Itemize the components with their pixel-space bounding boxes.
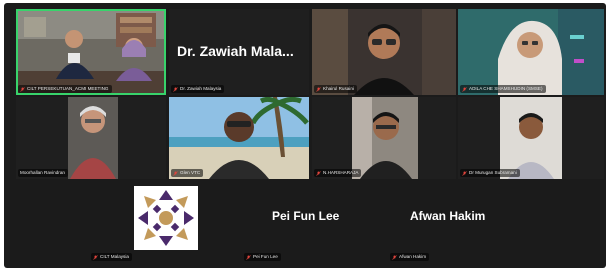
participant-name-label: Moorhallan Ravindran: [18, 169, 68, 177]
participant-name-label: Dr Murugan Subramani: [460, 169, 520, 177]
participant-tile[interactable]: Glen VTC: [169, 97, 309, 179]
participant-display-name: Afwan Hakim: [410, 209, 486, 223]
participant-name: CILT Malaysia: [100, 254, 129, 259]
participant-name: N.HARSHARAJA: [323, 170, 359, 175]
participant-video: [68, 97, 118, 179]
cilt-logo-icon: [134, 186, 198, 250]
participant-tile-name-only[interactable]: Afwan Hakim Afwan Hakim: [388, 181, 532, 263]
participant-display-name: Dr. Zawiah Mala...: [177, 43, 294, 59]
video-gallery: CILT PERSEKUTUAN_ACMI MEETING Dr. Zawiah…: [4, 3, 606, 268]
participant-name-label: Khairul Rusaini: [314, 85, 357, 93]
participant-name: Pei Fun Lee: [253, 254, 278, 259]
participant-video: [458, 9, 604, 95]
mic-muted-icon: [93, 254, 98, 260]
participant-name: Moorhallan Ravindran: [20, 170, 65, 175]
participant-name: Khairul Rusaini: [323, 86, 354, 91]
participant-video: [169, 97, 309, 179]
participant-name: Dr. Zawiah Malaysia: [180, 86, 222, 91]
mic-muted-icon: [246, 254, 251, 260]
participant-tile-name-only[interactable]: Pei Fun Lee Pei Fun Lee: [242, 181, 386, 263]
participant-video: [312, 9, 456, 95]
participant-tile[interactable]: ADILA CHE SHAMSHUDIN (SMSE): [458, 9, 604, 95]
participant-name-label: CILT Malaysia: [91, 253, 132, 261]
mic-muted-icon: [20, 86, 25, 92]
mic-muted-icon: [462, 170, 467, 176]
participant-name: Afwan Hakim: [399, 254, 427, 259]
mic-muted-icon: [173, 170, 178, 176]
participant-tile-logo[interactable]: CILT Malaysia: [89, 181, 239, 263]
participant-name-label: Dr. Zawiah Malaysia: [171, 85, 225, 93]
participant-tile[interactable]: N.HARSHARAJA: [312, 97, 456, 179]
participant-name-label: Afwan Hakim: [390, 253, 430, 261]
participant-video: [500, 97, 562, 179]
participant-name-label: Pei Fun Lee: [244, 253, 281, 261]
participant-tile-name-only[interactable]: Dr. Zawiah Mala... Dr. Zawiah Malaysia: [169, 9, 309, 95]
participant-tile[interactable]: Dr Murugan Subramani: [458, 97, 604, 179]
mic-muted-icon: [316, 170, 321, 176]
mic-muted-icon: [462, 86, 467, 92]
participant-name-label: Glen VTC: [171, 169, 204, 177]
participant-name-label: CILT PERSEKUTUAN_ACMI MEETING: [18, 85, 112, 93]
participant-video: [352, 97, 418, 179]
mic-muted-icon: [316, 86, 321, 92]
participant-name: Glen VTC: [180, 170, 201, 175]
participant-tile-meeting-room[interactable]: CILT PERSEKUTUAN_ACMI MEETING: [16, 9, 166, 95]
participant-name-label: ADILA CHE SHAMSHUDIN (SMSE): [460, 85, 546, 93]
participant-tile[interactable]: Khairul Rusaini: [312, 9, 456, 95]
participant-name: ADILA CHE SHAMSHUDIN (SMSE): [469, 86, 543, 91]
mic-muted-icon: [392, 254, 397, 260]
mic-muted-icon: [173, 86, 178, 92]
participant-display-name: Pei Fun Lee: [272, 209, 340, 223]
participant-name: Dr Murugan Subramani: [469, 170, 517, 175]
participant-tile[interactable]: Moorhallan Ravindran: [16, 97, 166, 179]
participant-name: CILT PERSEKUTUAN_ACMI MEETING: [27, 86, 109, 91]
participant-name-label: N.HARSHARAJA: [314, 169, 362, 177]
room-video: [16, 9, 166, 95]
